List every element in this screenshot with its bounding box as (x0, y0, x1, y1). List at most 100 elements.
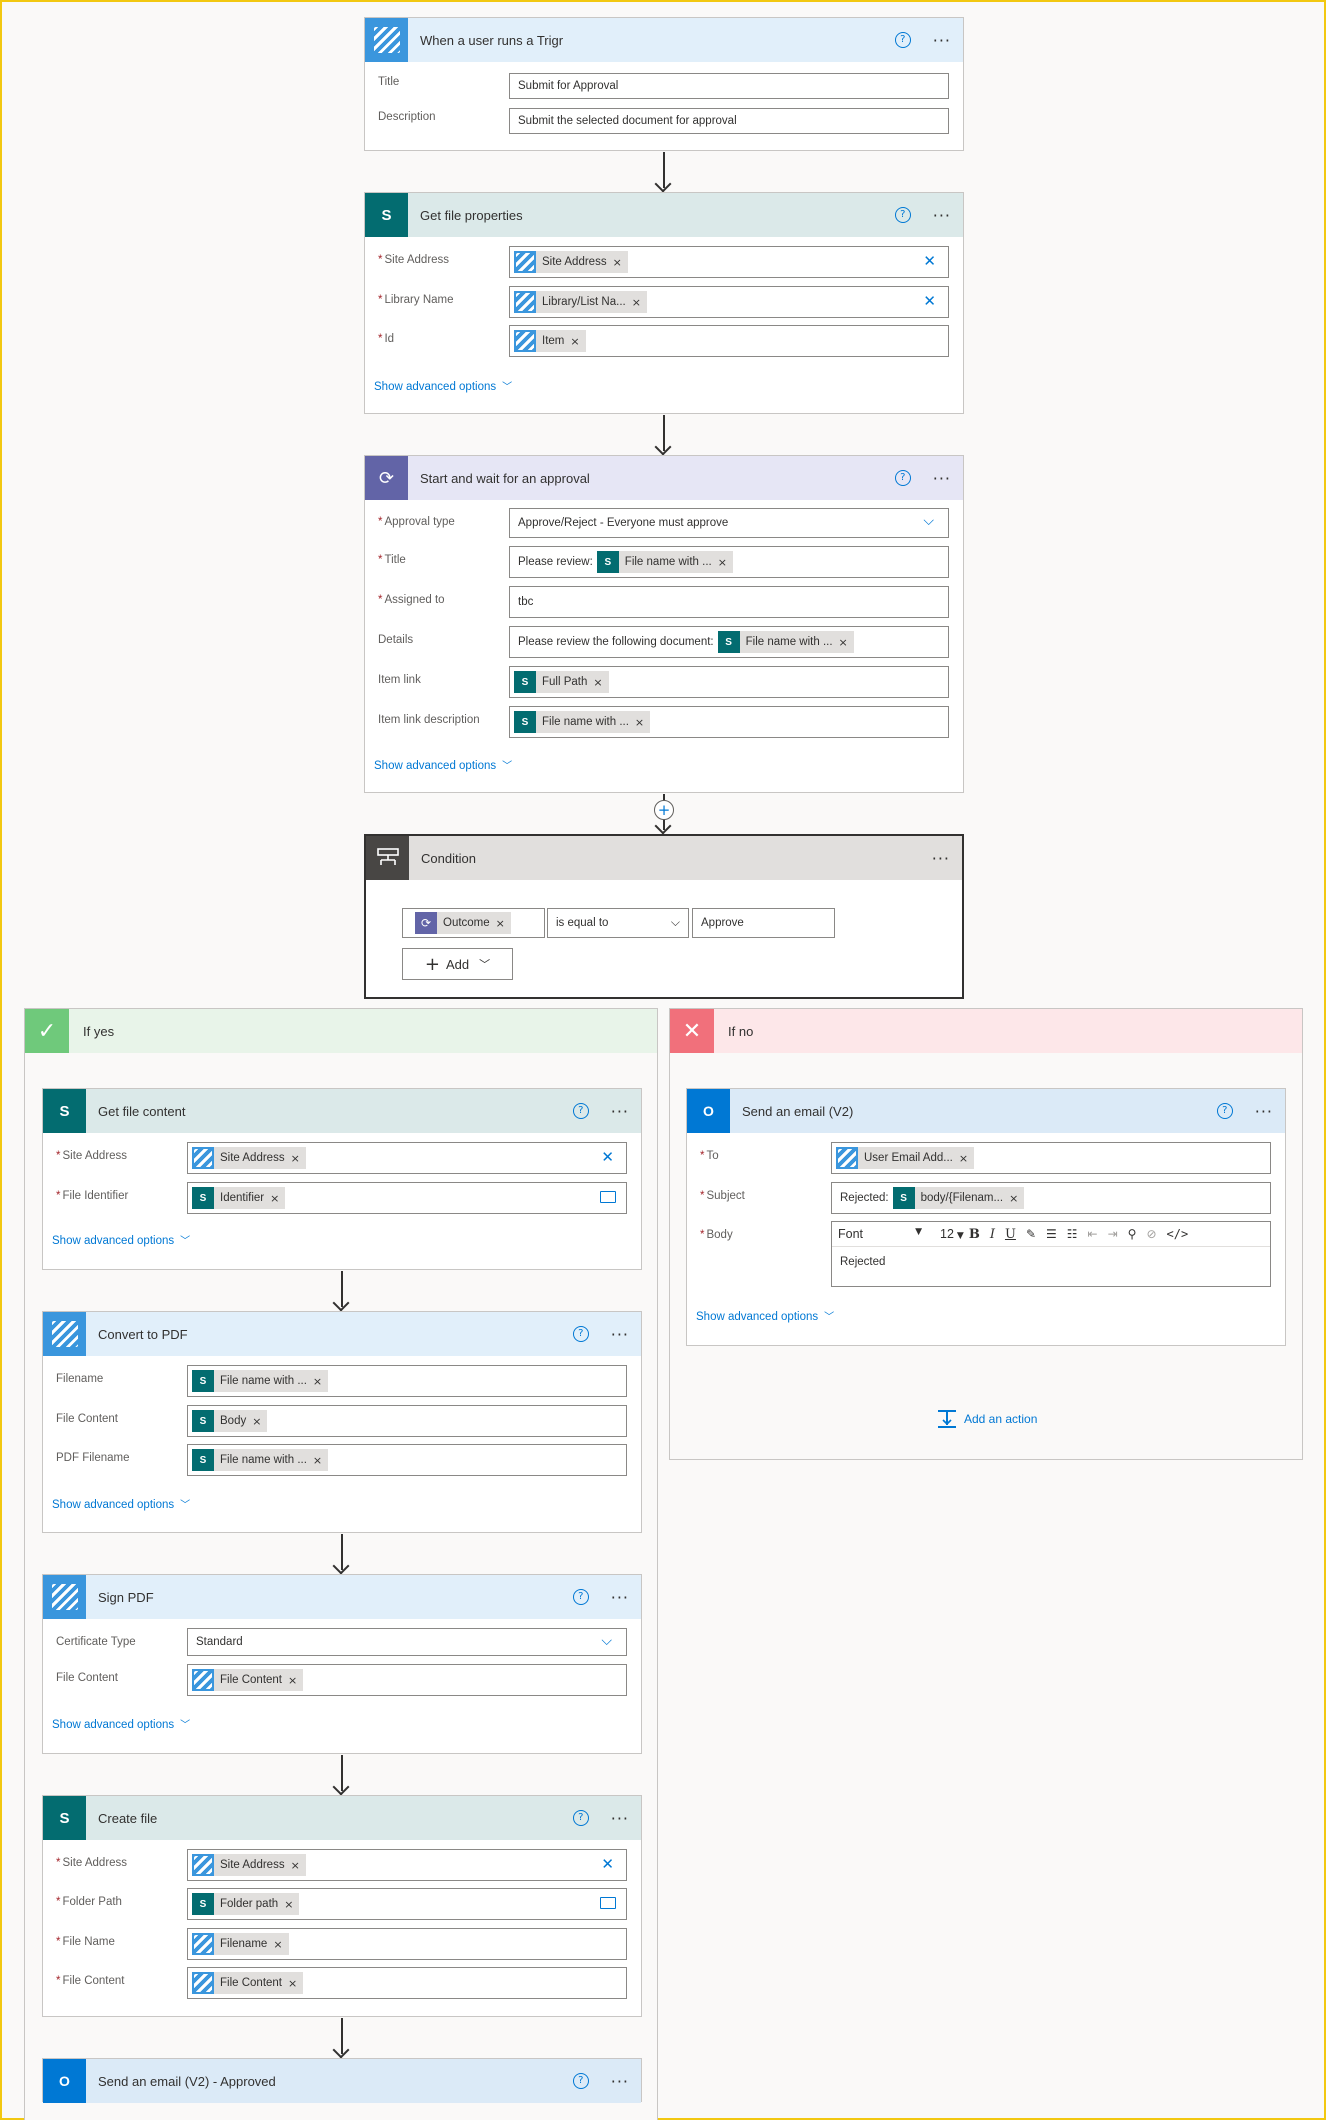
pdf-filename-field[interactable]: S File name with ... × (187, 1444, 627, 1476)
remove-token-icon[interactable]: × (593, 676, 602, 689)
clear-icon[interactable]: ✕ (601, 1148, 614, 1166)
remove-token-icon[interactable]: × (496, 917, 505, 930)
dynamic-token[interactable]: S File name with ... × (717, 631, 854, 653)
more-options-icon[interactable]: ··· (611, 1102, 629, 1121)
more-options-icon[interactable]: ··· (933, 31, 951, 50)
if-yes-header[interactable]: ✓ If yes (25, 1009, 657, 1053)
card-header[interactable]: S Get file content ? ··· (43, 1089, 641, 1133)
body-editor[interactable]: Font ▼ 12 ▼ B I U ✎ ☰ ☷ ⇤ ⇥ ⚲ ⊘ </> Reject… (831, 1221, 1271, 1287)
remove-token-icon[interactable]: × (270, 1192, 279, 1205)
remove-token-icon[interactable]: × (718, 556, 727, 569)
code-view-icon[interactable]: </> (1167, 1227, 1189, 1241)
remove-token-icon[interactable]: × (291, 1152, 300, 1165)
remove-token-icon[interactable]: × (288, 1674, 297, 1687)
card-header[interactable]: S Get file properties ? ··· (365, 193, 963, 237)
help-icon[interactable]: ? (572, 1810, 589, 1826)
trigger-card-header[interactable]: When a user runs a Trigr ? ··· (365, 18, 963, 62)
details-field[interactable]: Please review the following document: SF… (509, 626, 949, 658)
remove-token-icon[interactable]: × (839, 636, 848, 649)
add-an-action-button[interactable]: Add an action (936, 1409, 1037, 1429)
dynamic-token[interactable]: S Body × (192, 1410, 268, 1432)
card-header[interactable]: Condition ··· (366, 836, 962, 880)
file-name-field[interactable]: Filename × (187, 1928, 627, 1960)
dynamic-token[interactable]: S File name with ... × (596, 551, 733, 573)
condition-operator-dropdown[interactable]: is equal to ⌵ (547, 908, 689, 938)
help-icon[interactable]: ? (572, 1589, 589, 1605)
dynamic-token[interactable]: User Email Add... × (836, 1147, 975, 1169)
indent-icon[interactable]: ⇥ (1108, 1227, 1118, 1241)
more-options-icon[interactable]: ··· (611, 1588, 629, 1607)
subject-field[interactable]: Rejected: Sbody/{Filenam... × (831, 1182, 1271, 1214)
dynamic-token[interactable]: S File name with ... × (514, 711, 651, 733)
dynamic-token[interactable]: Site Address × (192, 1147, 306, 1169)
help-icon[interactable]: ? (572, 1103, 589, 1119)
remove-token-icon[interactable]: × (284, 1898, 293, 1911)
show-advanced-options-link[interactable]: Show advanced options ﹀ (374, 378, 512, 393)
condition-right-operand[interactable]: Approve (692, 908, 835, 938)
site-address-field[interactable]: Site Address × ✕ (509, 246, 949, 278)
certificate-type-dropdown[interactable]: Standard ⌵ (187, 1628, 627, 1656)
item-link-description-field[interactable]: S File name with ... × (509, 706, 949, 738)
more-options-icon[interactable]: ··· (933, 469, 951, 488)
more-options-icon[interactable]: ··· (932, 849, 950, 868)
dynamic-token[interactable]: Item × (514, 330, 586, 352)
help-icon[interactable]: ? (894, 470, 911, 486)
remove-token-icon[interactable]: × (959, 1152, 968, 1165)
help-icon[interactable]: ? (572, 1326, 589, 1342)
approval-type-dropdown[interactable]: Approve/Reject - Everyone must approve ⌵ (509, 508, 949, 538)
card-header[interactable]: O Send an email (V2) ? ··· (687, 1089, 1285, 1133)
if-no-header[interactable]: ✕ If no (670, 1009, 1302, 1053)
file-content-field[interactable]: File Content × (187, 1967, 627, 1999)
show-advanced-options-link[interactable]: Show advanced options ﹀ (52, 1716, 190, 1731)
site-address-field[interactable]: Site Address × ✕ (187, 1142, 627, 1174)
help-icon[interactable]: ? (572, 2073, 589, 2089)
show-advanced-options-link[interactable]: Show advanced options ﹀ (374, 757, 512, 772)
dynamic-token[interactable]: S File name with ... × (192, 1449, 329, 1471)
help-icon[interactable]: ? (894, 32, 911, 48)
file-identifier-field[interactable]: S Identifier × (187, 1182, 627, 1214)
card-header[interactable]: O Send an email (V2) - Approved ? ··· (43, 2059, 641, 2103)
folder-path-field[interactable]: S Folder path × (187, 1888, 627, 1920)
remove-token-icon[interactable]: × (291, 1859, 300, 1872)
more-options-icon[interactable]: ··· (933, 206, 951, 225)
dynamic-token[interactable]: File Content × (192, 1972, 304, 1994)
folder-icon[interactable] (600, 1191, 616, 1203)
show-advanced-options-link[interactable]: Show advanced options ﹀ (52, 1232, 190, 1247)
card-header[interactable]: Convert to PDF ? ··· (43, 1312, 641, 1356)
more-options-icon[interactable]: ··· (611, 2072, 629, 2091)
to-field[interactable]: User Email Add... × (831, 1142, 1271, 1174)
underline-icon[interactable]: U (1005, 1227, 1016, 1242)
remove-token-icon[interactable]: × (570, 335, 579, 348)
remove-token-icon[interactable]: × (273, 1938, 282, 1951)
file-content-field[interactable]: File Content × (187, 1664, 627, 1696)
dynamic-token[interactable]: Site Address × (514, 251, 628, 273)
dynamic-token[interactable]: S Full Path × (514, 671, 609, 693)
font-dropdown[interactable]: Font ▼ (838, 1227, 928, 1241)
link-icon[interactable]: ⚲ (1128, 1227, 1137, 1241)
site-address-field[interactable]: Site Address × ✕ (187, 1849, 627, 1881)
card-header[interactable]: S Create file ? ··· (43, 1796, 641, 1840)
condition-left-operand[interactable]: ⟳ Outcome × (402, 908, 545, 938)
item-link-field[interactable]: S Full Path × (509, 666, 949, 698)
clear-icon[interactable]: ✕ (923, 292, 936, 310)
more-options-icon[interactable]: ··· (611, 1325, 629, 1344)
clear-icon[interactable]: ✕ (923, 252, 936, 270)
approval-title-field[interactable]: Please review: S File name with ... × (509, 546, 949, 578)
remove-token-icon[interactable]: × (635, 716, 644, 729)
more-options-icon[interactable]: ··· (1255, 1102, 1273, 1121)
filename-field[interactable]: S File name with ... × (187, 1365, 627, 1397)
dynamic-token[interactable]: Sbody/{Filenam... × (892, 1187, 1025, 1209)
dynamic-token[interactable]: S Identifier × (192, 1187, 286, 1209)
numbered-list-icon[interactable]: ☷ (1067, 1227, 1078, 1241)
italic-icon[interactable]: I (990, 1227, 995, 1242)
library-name-field[interactable]: Library/List Na... × ✕ (509, 286, 949, 318)
add-condition-button[interactable]: + Add ﹀ (402, 948, 513, 980)
folder-icon[interactable] (600, 1897, 616, 1909)
dynamic-token[interactable]: Site Address × (192, 1854, 306, 1876)
remove-token-icon[interactable]: × (613, 256, 622, 269)
show-advanced-options-link[interactable]: Show advanced options ﹀ (696, 1308, 834, 1323)
assigned-to-input[interactable]: tbc (509, 586, 949, 618)
dynamic-token[interactable]: S File name with ... × (192, 1370, 329, 1392)
card-header[interactable]: Sign PDF ? ··· (43, 1575, 641, 1619)
dynamic-token[interactable]: File Content × (192, 1669, 304, 1691)
